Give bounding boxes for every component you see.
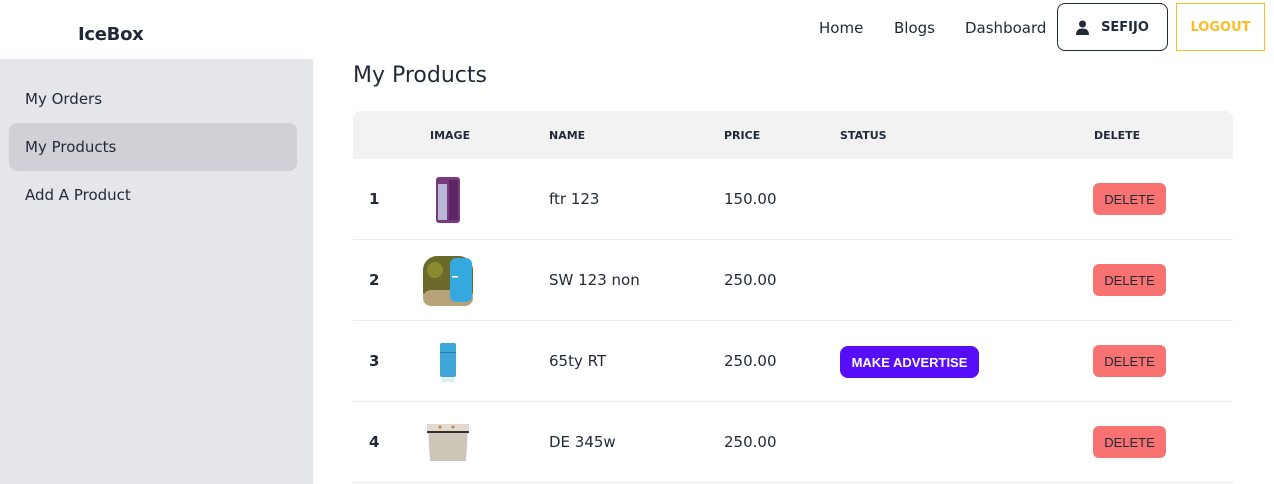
product-price: 150.00 [724,190,777,208]
navbar: IceBox Home Blogs Dashboard SEFIJO LOGOU… [0,0,1274,59]
product-image [423,337,473,387]
col-status: STATUS [840,129,887,142]
nav-blogs[interactable]: Blogs [894,19,935,37]
row-number: 3 [369,352,380,370]
table-row: 4 DE 345w 250.00 DELETE [353,402,1233,483]
product-image [423,175,473,225]
product-name: 65ty RT [549,352,607,370]
product-image [423,256,473,306]
delete-button[interactable]: DELETE [1093,264,1166,296]
product-price: 250.00 [724,271,777,289]
user-icon [1076,20,1090,35]
nav-dashboard[interactable]: Dashboard [965,19,1046,37]
col-image: IMAGE [430,129,471,142]
delete-button[interactable]: DELETE [1093,183,1166,215]
delete-button[interactable]: DELETE [1093,345,1166,377]
products-table: IMAGE NAME PRICE STATUS DELETE 1 ftr 123… [353,111,1233,483]
col-delete: DELETE [1094,129,1141,142]
product-name: DE 345w [549,433,616,451]
table-row: 3 65ty RT 250.00 MAKE ADVERTISE DELETE [353,321,1233,402]
delete-button[interactable]: DELETE [1093,426,1166,458]
sidebar-item-my-orders[interactable]: My Orders [9,75,297,123]
product-name: ftr 123 [549,190,600,208]
row-number: 4 [369,433,380,451]
table-row: 1 ftr 123 150.00 DELETE [353,159,1233,240]
brand-logo[interactable]: IceBox [78,24,144,45]
col-price: PRICE [724,129,761,142]
product-price: 250.00 [724,433,777,451]
page-title: My Products [353,63,487,88]
sidebar-item-my-products[interactable]: My Products [9,123,297,171]
user-name: SEFIJO [1101,19,1149,35]
product-price: 250.00 [724,352,777,370]
col-name: NAME [549,129,586,142]
logout-button[interactable]: LOGOUT [1176,3,1265,51]
table-header: IMAGE NAME PRICE STATUS DELETE [353,111,1233,159]
row-number: 2 [369,271,380,289]
nav-home[interactable]: Home [819,19,863,37]
row-number: 1 [369,190,380,208]
product-image [423,418,473,468]
sidebar-item-add-product[interactable]: Add A Product [9,171,297,219]
product-name: SW 123 non [549,271,640,289]
sidebar: My Orders My Products Add A Product [0,59,313,484]
table-row: 2 SW 123 non 250.00 DELETE [353,240,1233,321]
user-button[interactable]: SEFIJO [1057,3,1168,51]
make-advertise-button[interactable]: MAKE ADVERTISE [840,346,979,378]
